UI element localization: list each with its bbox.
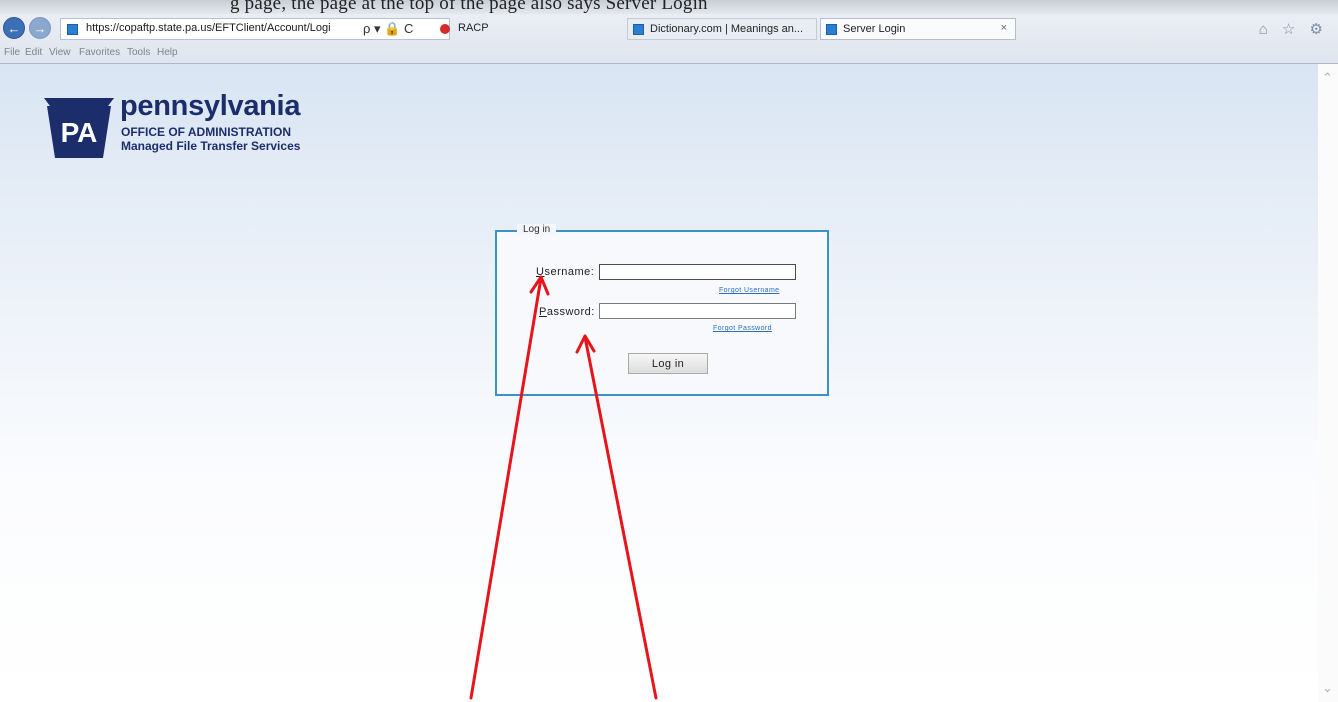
clipped-document-text: g page, the page at the top of the page … (230, 0, 708, 14)
tab-racp[interactable]: RACP (436, 18, 616, 40)
tab-label: RACP (458, 22, 489, 34)
menu-bar: File Edit View Favorites Tools Help (0, 46, 1338, 63)
logo-badge-text: PA (61, 117, 98, 148)
tab-bar: ← → https://copaftp.state.pa.us/EFTClien… (0, 14, 1338, 46)
menu-file[interactable]: File (4, 47, 20, 58)
browser-chrome: g page, the page at the top of the page … (0, 0, 1338, 64)
forgot-username-link[interactable]: Forgot Username (719, 287, 779, 294)
vertical-scrollbar[interactable]: ⌃ ⌄ (1318, 64, 1338, 702)
tab-label: Dictionary.com | Meanings an... (650, 23, 804, 35)
forward-arrow-icon[interactable]: → (29, 17, 51, 39)
logo-title: pennsylvania (120, 90, 301, 122)
clipped-document-text-strip: g page, the page at the top of the page … (0, 0, 1338, 14)
pa-logo: PA pennsylvania OFFICE OF ADMINISTRATION… (42, 90, 342, 160)
racp-favicon-icon (440, 24, 450, 34)
close-tab-icon[interactable]: × (1001, 22, 1007, 34)
password-label: Password: (539, 306, 595, 318)
login-button[interactable]: Log in (628, 353, 708, 374)
password-input[interactable] (599, 303, 796, 319)
username-label: Username: (536, 266, 594, 278)
menu-favorites[interactable]: Favorites (79, 47, 120, 58)
keystone-logo-icon: PA (44, 98, 114, 158)
tab-dictionary[interactable]: Dictionary.com | Meanings an... (627, 18, 817, 40)
server-login-favicon-icon (826, 24, 837, 35)
home-star-gear-icons[interactable]: ⌂ ☆ ⚙ (1259, 20, 1328, 38)
username-input[interactable] (599, 264, 796, 280)
menu-view[interactable]: View (49, 47, 71, 58)
username-label-text: sername: (544, 266, 595, 278)
address-bar[interactable]: https://copaftp.state.pa.us/EFTClient/Ac… (60, 18, 450, 40)
menu-tools[interactable]: Tools (127, 47, 150, 58)
dictionary-favicon-icon (633, 24, 644, 35)
chevron-down-icon[interactable]: ⌄ (1322, 680, 1333, 696)
menu-edit[interactable]: Edit (25, 47, 42, 58)
back-arrow-icon[interactable]: ← (3, 17, 25, 39)
tab-server-login[interactable]: Server Login × (820, 18, 1016, 40)
chevron-up-icon[interactable]: ⌃ (1322, 70, 1333, 86)
tab-label: Server Login (843, 23, 906, 35)
menu-help[interactable]: Help (157, 47, 178, 58)
logo-subtitle-office: OFFICE OF ADMINISTRATION (121, 125, 291, 139)
logo-subtitle-service: Managed File Transfer Services (121, 139, 301, 153)
login-legend: Log in (517, 224, 557, 235)
forgot-password-link[interactable]: Forgot Password (713, 325, 772, 332)
login-fieldset: Log in Username: Forgot Username Passwor… (495, 224, 829, 396)
password-label-access-key: P (539, 306, 547, 318)
address-url[interactable]: https://copaftp.state.pa.us/EFTClient/Ac… (86, 22, 331, 34)
address-bar-tools-icon[interactable]: ρ ▾ 🔒 C (363, 21, 413, 37)
password-label-text: assword: (546, 306, 595, 318)
site-favicon-icon (67, 24, 78, 35)
